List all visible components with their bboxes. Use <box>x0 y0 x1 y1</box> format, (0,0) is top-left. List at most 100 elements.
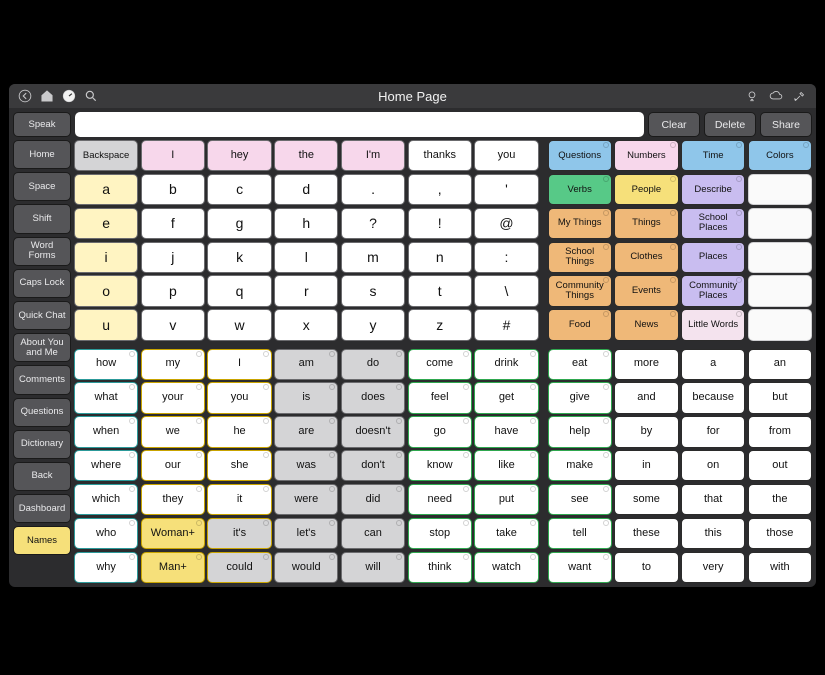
keyboard-key[interactable]: y <box>341 309 405 340</box>
word-cell[interactable]: she <box>207 450 271 481</box>
empty-cell[interactable] <box>748 174 812 205</box>
keyboard-key[interactable]: ' <box>474 174 538 205</box>
word-cell[interactable]: have <box>474 416 538 447</box>
sidebar-item[interactable]: Quick Chat <box>13 301 71 330</box>
word-cell[interactable]: my <box>141 349 205 380</box>
category-cell[interactable]: Questions <box>548 140 612 171</box>
word-cell[interactable]: want <box>548 552 612 583</box>
keyboard-key[interactable]: f <box>141 208 205 239</box>
word-cell[interactable]: for <box>681 416 745 447</box>
word-cell[interactable]: those <box>748 518 812 549</box>
back-arrow-icon[interactable] <box>17 88 33 104</box>
word-cell[interactable]: help <box>548 416 612 447</box>
category-cell[interactable]: Clothes <box>614 242 678 273</box>
word-cell[interactable]: go <box>408 416 472 447</box>
empty-cell[interactable] <box>748 275 812 306</box>
keyboard-key[interactable]: k <box>207 242 271 273</box>
word-cell[interactable]: put <box>474 484 538 515</box>
word-cell[interactable]: let's <box>274 518 338 549</box>
word-cell[interactable]: you <box>207 382 271 413</box>
keyboard-key[interactable]: b <box>141 174 205 205</box>
category-cell[interactable]: Community Places <box>681 275 745 306</box>
word-cell[interactable]: know <box>408 450 472 481</box>
word-cell[interactable]: some <box>614 484 678 515</box>
delete-button[interactable]: Delete <box>704 112 756 137</box>
keyboard-key[interactable]: @ <box>474 208 538 239</box>
word-cell[interactable]: need <box>408 484 472 515</box>
keyboard-key[interactable]: x <box>274 309 338 340</box>
sidebar-item[interactable]: Caps Lock <box>13 269 71 298</box>
word-cell[interactable]: this <box>681 518 745 549</box>
word-cell[interactable]: why <box>74 552 138 583</box>
word-cell[interactable]: take <box>474 518 538 549</box>
word-cell[interactable]: could <box>207 552 271 583</box>
keyboard-key[interactable]: ! <box>408 208 472 239</box>
keyboard-key[interactable]: z <box>408 309 472 340</box>
word-cell[interactable]: is <box>274 382 338 413</box>
category-cell[interactable]: Food <box>548 309 612 340</box>
category-cell[interactable]: My Things <box>548 208 612 239</box>
keyboard-key[interactable]: p <box>141 275 205 306</box>
category-cell[interactable]: People <box>614 174 678 205</box>
prediction-cell[interactable]: the <box>274 140 338 171</box>
word-cell[interactable]: give <box>548 382 612 413</box>
word-cell[interactable]: how <box>74 349 138 380</box>
word-cell[interactable]: Woman+ <box>141 518 205 549</box>
empty-cell[interactable] <box>748 242 812 273</box>
word-cell[interactable]: where <box>74 450 138 481</box>
category-cell[interactable]: Numbers <box>614 140 678 171</box>
keyboard-key[interactable]: ? <box>341 208 405 239</box>
keyboard-key[interactable]: , <box>408 174 472 205</box>
keyboard-key[interactable]: \ <box>474 275 538 306</box>
keyboard-key[interactable]: e <box>74 208 138 239</box>
word-cell[interactable]: think <box>408 552 472 583</box>
sidebar-item[interactable]: Dictionary <box>13 430 71 459</box>
empty-cell[interactable] <box>748 309 812 340</box>
word-cell[interactable]: don't <box>341 450 405 481</box>
word-cell[interactable]: out <box>748 450 812 481</box>
word-cell[interactable]: are <box>274 416 338 447</box>
message-bar[interactable] <box>75 112 644 137</box>
keyboard-key[interactable]: v <box>141 309 205 340</box>
category-cell[interactable]: Verbs <box>548 174 612 205</box>
word-cell[interactable]: when <box>74 416 138 447</box>
word-cell[interactable]: that <box>681 484 745 515</box>
sidebar-item[interactable]: Names <box>13 526 71 555</box>
keyboard-key[interactable]: t <box>408 275 472 306</box>
sidebar-item[interactable]: Back <box>13 462 71 491</box>
word-cell[interactable]: by <box>614 416 678 447</box>
keyboard-key[interactable]: a <box>74 174 138 205</box>
keyboard-key[interactable]: h <box>274 208 338 239</box>
keyboard-key[interactable]: l <box>274 242 338 273</box>
keyboard-key[interactable]: g <box>207 208 271 239</box>
word-cell[interactable]: these <box>614 518 678 549</box>
word-cell[interactable]: but <box>748 382 812 413</box>
word-cell[interactable]: am <box>274 349 338 380</box>
word-cell[interactable]: would <box>274 552 338 583</box>
word-cell[interactable]: can <box>341 518 405 549</box>
sidebar-item[interactable]: Comments <box>13 365 71 394</box>
category-cell[interactable]: Time <box>681 140 745 171</box>
keyboard-key[interactable]: q <box>207 275 271 306</box>
category-cell[interactable]: Community Things <box>548 275 612 306</box>
prediction-cell[interactable]: I'm <box>341 140 405 171</box>
word-cell[interactable]: was <box>274 450 338 481</box>
word-cell[interactable]: watch <box>474 552 538 583</box>
word-cell[interactable]: drink <box>474 349 538 380</box>
sidebar-item[interactable]: Shift <box>13 204 71 233</box>
keyboard-key[interactable]: i <box>74 242 138 273</box>
keyboard-key[interactable]: u <box>74 309 138 340</box>
keyboard-key[interactable]: : <box>474 242 538 273</box>
word-cell[interactable]: we <box>141 416 205 447</box>
bulb-icon[interactable] <box>744 88 760 104</box>
sidebar-item[interactable]: Dashboard <box>13 494 71 523</box>
keyboard-key[interactable]: . <box>341 174 405 205</box>
keyboard-key[interactable]: m <box>341 242 405 273</box>
keyboard-key[interactable]: w <box>207 309 271 340</box>
keyboard-key[interactable]: r <box>274 275 338 306</box>
word-cell[interactable]: because <box>681 382 745 413</box>
prediction-cell[interactable]: hey <box>207 140 271 171</box>
word-cell[interactable]: they <box>141 484 205 515</box>
keyboard-key[interactable]: d <box>274 174 338 205</box>
word-cell[interactable]: were <box>274 484 338 515</box>
